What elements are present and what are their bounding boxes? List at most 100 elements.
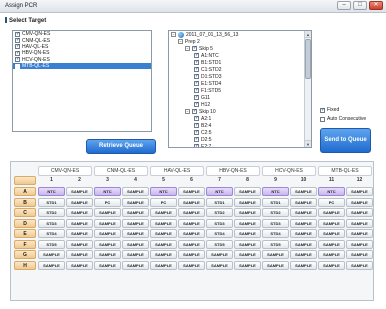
plate-well[interactable]: SAMPLE <box>150 250 177 259</box>
tree-checkbox[interactable] <box>194 73 199 79</box>
plate-well[interactable]: SAMPLE <box>150 218 177 228</box>
target-list[interactable]: CMV-QN-ESCNM-QL-ESHAV-QL-ESHBV-QN-ESHCV-… <box>12 30 152 132</box>
plate-well[interactable]: SAMPLE <box>318 229 345 238</box>
plate-well[interactable]: STD3 <box>206 218 233 228</box>
collapse-icon[interactable]: − <box>178 39 183 44</box>
fixed-option[interactable]: Fixed <box>320 107 339 113</box>
plate-well[interactable]: SAMPLE <box>66 250 93 259</box>
plate-well[interactable]: SAMPLE <box>38 260 65 270</box>
plate-well[interactable]: SAMPLE <box>122 260 149 270</box>
plate-well[interactable]: SAMPLE <box>290 208 317 217</box>
plate-well[interactable]: PC <box>318 197 345 207</box>
plate-well[interactable]: SAMPLE <box>150 260 177 270</box>
collapse-icon[interactable]: − <box>185 46 190 51</box>
tree-checkbox[interactable] <box>194 115 199 121</box>
plate-well[interactable]: SAMPLE <box>94 250 121 259</box>
plate-well[interactable]: SAMPLE <box>206 260 233 270</box>
plate-well[interactable]: SAMPLE <box>290 197 317 207</box>
plate-well[interactable]: STD5 <box>262 239 289 249</box>
plate-well[interactable]: SAMPLE <box>234 208 261 217</box>
tree-well-row[interactable]: H12 <box>169 101 311 108</box>
plate-well[interactable]: SAMPLE <box>178 250 205 259</box>
plate-well[interactable]: SAMPLE <box>234 187 261 196</box>
plate-well[interactable]: SAMPLE <box>234 218 261 228</box>
plate-well[interactable]: NTC <box>318 187 345 196</box>
plate-well[interactable]: STD3 <box>38 218 65 228</box>
plate-well[interactable]: SAMPLE <box>346 208 373 217</box>
tree-checkbox[interactable] <box>194 52 199 58</box>
plate-well[interactable]: STD5 <box>38 239 65 249</box>
plate-well[interactable]: SAMPLE <box>290 187 317 196</box>
tree-checkbox[interactable] <box>194 66 199 72</box>
tree-well-row[interactable]: C1:STD2 <box>169 66 311 73</box>
plate-well[interactable]: SAMPLE <box>234 250 261 259</box>
send-to-queue-button[interactable]: Send to Queue <box>320 128 371 153</box>
plate-well[interactable]: SAMPLE <box>178 197 205 207</box>
tree-well-row[interactable]: D2:5 <box>169 136 311 143</box>
plate-well[interactable]: SAMPLE <box>122 208 149 217</box>
tree-checkbox[interactable] <box>194 101 199 107</box>
plate-well[interactable]: SAMPLE <box>94 260 121 270</box>
plate-well[interactable]: SAMPLE <box>290 218 317 228</box>
plate-well[interactable]: SAMPLE <box>346 250 373 259</box>
plate-well[interactable]: NTC <box>150 187 177 196</box>
plate-well[interactable]: SAMPLE <box>318 250 345 259</box>
plate-well[interactable]: SAMPLE <box>122 187 149 196</box>
plate-well[interactable]: SAMPLE <box>66 229 93 238</box>
plate-well[interactable]: SAMPLE <box>122 197 149 207</box>
target-checkbox[interactable] <box>15 63 20 69</box>
plate-well[interactable]: SAMPLE <box>66 197 93 207</box>
target-checkbox[interactable] <box>15 56 20 63</box>
plate-well[interactable]: STD3 <box>262 218 289 228</box>
minimize-button[interactable]: – <box>337 1 351 10</box>
target-checkbox[interactable] <box>15 50 20 56</box>
plate-well[interactable]: SAMPLE <box>262 250 289 259</box>
plate-well[interactable]: SAMPLE <box>346 229 373 238</box>
plate-well[interactable]: SAMPLE <box>234 197 261 207</box>
plate-well[interactable]: SAMPLE <box>178 187 205 196</box>
retrieve-queue-button[interactable]: Retrieve Queue <box>86 139 156 154</box>
plate-well[interactable]: SAMPLE <box>206 250 233 259</box>
plate-well[interactable]: NTC <box>94 187 121 196</box>
plate-well[interactable]: STD2 <box>38 208 65 217</box>
plate-well[interactable]: SAMPLE <box>66 187 93 196</box>
plate-well[interactable]: SAMPLE <box>318 218 345 228</box>
plate-well[interactable]: SAMPLE <box>346 260 373 270</box>
queue-tree[interactable]: − 2011_07_01_13_56_13 − Prep 2 − Skip 5A1… <box>168 30 312 148</box>
tree-checkbox[interactable] <box>194 136 199 142</box>
plate-well[interactable]: PC <box>150 197 177 207</box>
fixed-checkbox[interactable] <box>320 107 325 113</box>
plate-well[interactable]: SAMPLE <box>290 229 317 238</box>
tree-skip-row[interactable]: − Skip 5 <box>169 45 311 52</box>
plate-well[interactable]: SAMPLE <box>178 208 205 217</box>
tree-well-row[interactable]: E1:STD4 <box>169 80 311 87</box>
plate-well[interactable]: SAMPLE <box>262 260 289 270</box>
plate-well[interactable]: NTC <box>262 187 289 196</box>
tree-checkbox[interactable] <box>194 122 199 128</box>
collapse-icon[interactable]: − <box>171 32 176 37</box>
plate-well[interactable]: SAMPLE <box>178 260 205 270</box>
plate-well[interactable]: STD4 <box>38 229 65 238</box>
plate-well[interactable]: STD1 <box>206 197 233 207</box>
plate-well[interactable]: SAMPLE <box>234 229 261 238</box>
plate-well[interactable]: STD2 <box>206 208 233 217</box>
tree-well-row[interactable]: F1:STD5 <box>169 87 311 94</box>
plate-well[interactable]: SAMPLE <box>178 229 205 238</box>
tree-checkbox[interactable] <box>194 59 199 65</box>
plate-well[interactable]: NTC <box>38 187 65 196</box>
tree-scrollbar[interactable]: ▲ ▼ <box>304 31 311 147</box>
tree-well-row[interactable]: A2:1 <box>169 115 311 122</box>
collapse-icon[interactable]: − <box>185 109 190 114</box>
plate-well[interactable]: STD4 <box>262 229 289 238</box>
plate-well[interactable]: SAMPLE <box>122 250 149 259</box>
plate-well[interactable]: SAMPLE <box>150 239 177 249</box>
target-checkbox[interactable] <box>15 31 20 37</box>
tree-checkbox[interactable] <box>194 143 199 147</box>
auto-consecutive-checkbox[interactable] <box>320 116 325 122</box>
tree-well-row[interactable]: D1:STD3 <box>169 73 311 80</box>
plate-well[interactable]: STD2 <box>262 208 289 217</box>
plate-well[interactable]: PC <box>94 197 121 207</box>
plate-well[interactable]: SAMPLE <box>318 208 345 217</box>
tree-checkbox[interactable] <box>194 94 199 100</box>
plate-well[interactable]: STD1 <box>262 197 289 207</box>
